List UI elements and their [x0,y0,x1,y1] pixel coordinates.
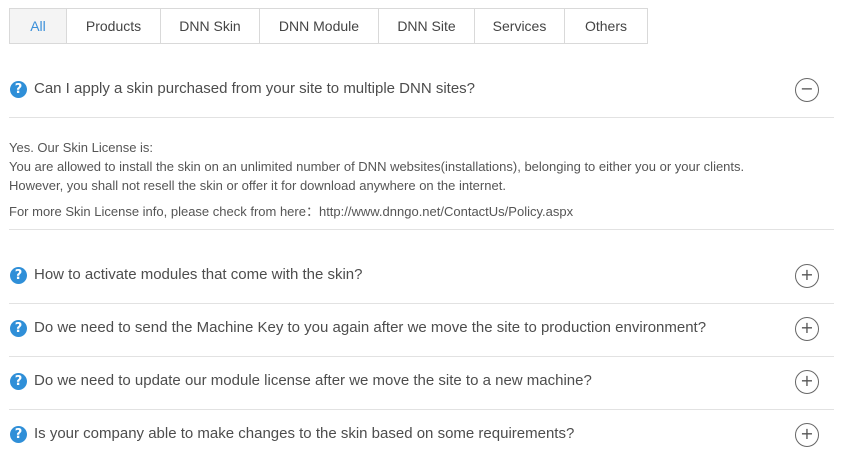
question-circle-icon: ? [10,81,27,98]
question-circle-icon: ? [10,373,27,390]
faq-item: ? Do we need to update our module licens… [9,357,834,410]
faq-question-header[interactable]: ? How to activate modules that come with… [9,251,834,304]
tab-others[interactable]: Others [565,9,647,43]
faq-question-header[interactable]: ? Can I apply a skin purchased from your… [9,65,834,118]
answer-line: Yes. Our Skin License is: [9,140,154,155]
faq-item: ? Do we need to send the Machine Key to … [9,304,834,357]
faq-question-text: Do we need to update our module license … [34,372,592,389]
plus-circle-icon[interactable]: + [795,370,819,394]
faq-item: ? Is your company able to make changes t… [9,410,834,462]
faq-question-header[interactable]: ? Do we need to update our module licens… [9,357,834,410]
tab-dnn-site[interactable]: DNN Site [379,9,475,43]
faq-item: ? Can I apply a skin purchased from your… [9,65,834,230]
tab-dnn-skin[interactable]: DNN Skin [161,9,260,43]
faq-answer: Yes. Our Skin License is: You are allowe… [9,118,834,230]
faq-item: ? How to activate modules that come with… [9,251,834,304]
category-tabs: All Products DNN Skin DNN Module DNN Sit… [9,8,648,44]
tab-services[interactable]: Services [475,9,565,43]
tab-products[interactable]: Products [67,9,161,43]
faq-question-text: How to activate modules that come with t… [34,266,363,283]
tab-dnn-module[interactable]: DNN Module [260,9,379,43]
plus-circle-icon[interactable]: + [795,317,819,341]
question-circle-icon: ? [10,320,27,337]
answer-line: However, you shall not resell the skin o… [9,178,506,193]
minus-circle-icon[interactable]: − [795,78,819,102]
faq-question-text: Is your company able to make changes to … [34,425,575,442]
answer-line: You are allowed to install the skin on a… [9,159,745,174]
answer-more-info: For more Skin License info, please check… [9,204,574,219]
faq-question-text: Do we need to send the Machine Key to yo… [34,319,707,336]
faq-question-text: Can I apply a skin purchased from your s… [34,80,476,97]
question-circle-icon: ? [10,426,27,443]
plus-circle-icon[interactable]: + [795,264,819,288]
faq-question-header[interactable]: ? Do we need to send the Machine Key to … [9,304,834,357]
question-circle-icon: ? [10,267,27,284]
tab-all[interactable]: All [10,9,67,43]
plus-circle-icon[interactable]: + [795,423,819,447]
faq-question-header[interactable]: ? Is your company able to make changes t… [9,410,834,462]
